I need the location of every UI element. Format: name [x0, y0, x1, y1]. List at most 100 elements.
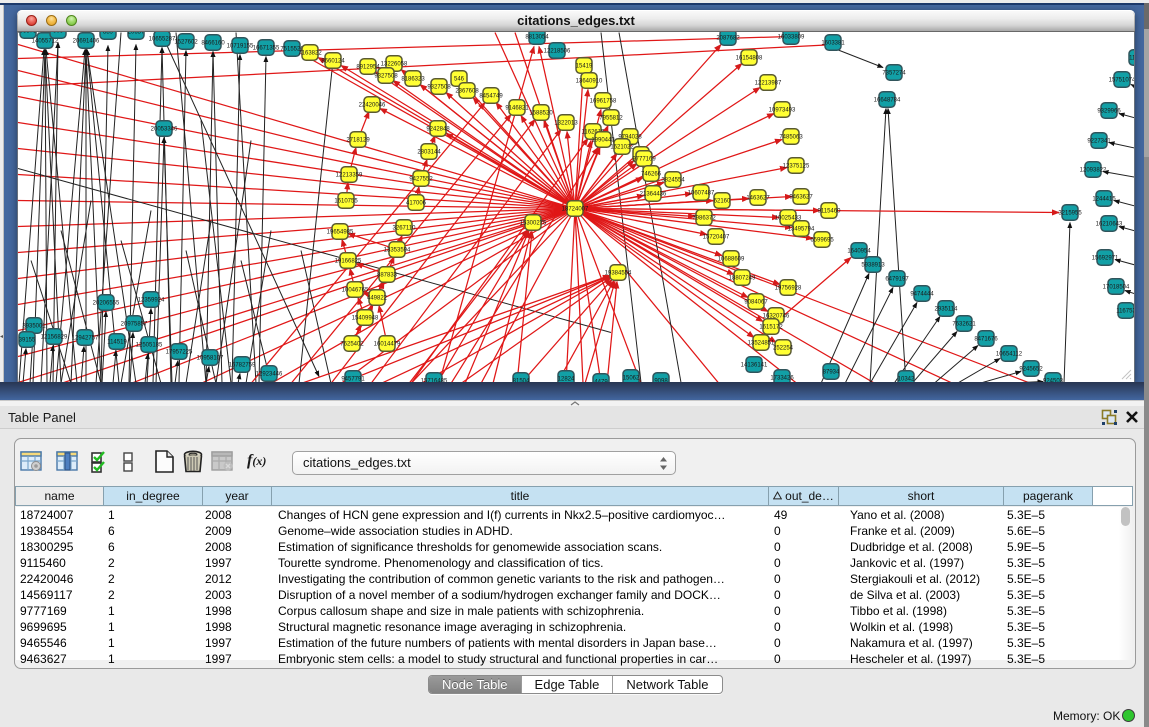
- svg-text:16671355: 16671355: [253, 45, 280, 51]
- svg-text:16154808: 16154808: [736, 55, 763, 61]
- svg-text:9427552: 9427552: [409, 176, 433, 182]
- svg-text:19756928: 19756928: [775, 285, 802, 291]
- svg-text:9329966: 9329966: [1097, 108, 1121, 114]
- svg-text:8466160: 8466160: [201, 40, 225, 46]
- svg-text:13353594: 13353594: [384, 247, 411, 253]
- svg-text:16782759: 16782759: [229, 362, 256, 368]
- svg-text:13524851: 13524851: [748, 340, 775, 346]
- svg-text:9242848: 9242848: [426, 126, 450, 132]
- svg-text:9327508: 9327508: [374, 73, 398, 79]
- svg-text:3267110: 3267110: [393, 225, 417, 231]
- svg-text:12505185: 12505185: [136, 342, 163, 348]
- svg-text:9327508: 9327508: [427, 84, 451, 90]
- svg-text:87934: 87934: [823, 369, 840, 375]
- svg-text:21364436: 21364436: [640, 191, 667, 197]
- svg-text:10973493: 10973493: [769, 107, 796, 113]
- svg-text:1615172: 1615172: [759, 324, 783, 330]
- svg-text:12218506: 12218506: [544, 48, 571, 54]
- svg-text:8660124: 8660124: [321, 58, 345, 64]
- svg-text:8912954: 8912954: [356, 64, 380, 70]
- svg-text:15692971: 15692971: [1092, 255, 1119, 261]
- svg-text:10607487: 10607487: [688, 190, 715, 196]
- svg-text:906: 906: [53, 32, 64, 34]
- svg-text:16648784: 16648784: [874, 97, 901, 103]
- svg-text:15751074: 15751074: [1109, 77, 1135, 83]
- svg-text:19654985: 19654985: [327, 229, 354, 235]
- svg-text:7986372: 7986372: [692, 215, 716, 221]
- svg-text:12359924: 12359924: [138, 297, 165, 303]
- svg-text:10046765: 10046765: [342, 287, 369, 293]
- svg-text:116753: 116753: [1116, 308, 1135, 314]
- svg-text:9084067: 9084067: [744, 299, 768, 305]
- svg-text:9115460: 9115460: [818, 208, 842, 214]
- svg-text:15419: 15419: [576, 63, 593, 69]
- svg-text:16014479: 16014479: [374, 341, 401, 347]
- svg-text:12923446: 12923446: [256, 371, 283, 377]
- svg-text:1621022: 1621022: [610, 144, 634, 150]
- svg-text:16961758: 16961758: [590, 98, 617, 104]
- svg-text:2803144: 2803144: [417, 149, 441, 155]
- svg-text:449822: 449822: [367, 295, 388, 301]
- svg-text:20637: 20637: [128, 32, 145, 35]
- svg-text:252254: 252254: [773, 345, 794, 351]
- svg-text:15409948: 15409948: [352, 315, 379, 321]
- svg-text:16033809: 16033809: [778, 34, 805, 40]
- svg-text:12213987: 12213987: [755, 80, 782, 86]
- svg-text:12942757: 12942757: [72, 335, 99, 341]
- svg-text:7632621: 7632621: [952, 321, 976, 327]
- svg-text:22420046: 22420046: [359, 102, 386, 108]
- svg-text:14136141: 14136141: [741, 362, 768, 368]
- svg-text:11123: 11123: [1129, 55, 1135, 61]
- svg-text:20053346: 20053346: [151, 126, 178, 132]
- svg-text:1588520: 1588520: [529, 110, 553, 116]
- svg-text:20206555: 20206555: [93, 300, 120, 306]
- svg-text:1610755: 1610755: [334, 198, 358, 204]
- svg-text:13226058: 13226058: [381, 61, 408, 67]
- svg-text:20975857: 20975857: [121, 321, 148, 327]
- svg-text:10688609: 10688609: [718, 256, 745, 262]
- svg-text:12375125: 12375125: [783, 163, 810, 169]
- svg-text:889: 889: [103, 32, 114, 35]
- svg-text:19384554: 19384554: [605, 270, 632, 276]
- svg-text:7485063: 7485063: [779, 134, 803, 140]
- svg-text:19166825: 19166825: [335, 258, 362, 264]
- svg-text:9777169: 9777169: [632, 156, 656, 162]
- svg-text:7955812: 7955812: [599, 115, 623, 121]
- svg-text:8454749: 8454749: [479, 93, 503, 99]
- svg-text:7625402: 7625402: [340, 341, 364, 347]
- svg-text:18807249: 18807249: [729, 275, 756, 281]
- svg-text:20691406: 20691406: [73, 38, 100, 44]
- svg-text:10958107: 10958107: [197, 355, 224, 361]
- svg-text:9245652: 9245652: [1019, 366, 1043, 372]
- svg-text:5938913: 5938913: [861, 262, 885, 268]
- svg-text:546: 546: [454, 76, 465, 82]
- svg-text:6599695: 6599695: [810, 237, 834, 243]
- svg-text:12213359: 12213359: [336, 172, 363, 178]
- svg-text:1733426: 1733426: [770, 375, 794, 381]
- svg-text:1640954: 1640954: [847, 248, 871, 254]
- svg-text:114519: 114519: [107, 339, 127, 345]
- svg-text:10654112: 10654112: [996, 351, 1023, 357]
- svg-text:14055712: 14055712: [32, 38, 59, 44]
- svg-text:9463627: 9463627: [789, 194, 813, 200]
- svg-text:15062: 15062: [623, 375, 640, 381]
- svg-text:16210643: 16210643: [1096, 221, 1123, 227]
- svg-text:746266: 746266: [641, 171, 662, 177]
- svg-text:13495794: 13495794: [788, 226, 815, 232]
- svg-text:2935114: 2935114: [935, 306, 959, 312]
- svg-text:10655287: 10655287: [149, 36, 176, 42]
- svg-text:6479197: 6479197: [885, 276, 909, 282]
- svg-text:15720407: 15720407: [703, 234, 730, 240]
- svg-text:7163822: 7163822: [298, 50, 322, 56]
- svg-text:3215955: 3215955: [1058, 210, 1082, 216]
- svg-text:12156829: 12156829: [41, 334, 68, 340]
- svg-text:8471676: 8471676: [974, 336, 998, 342]
- svg-text:3935001: 3935001: [22, 323, 46, 329]
- svg-text:2087682: 2087682: [716, 35, 740, 41]
- svg-text:1527602: 1527602: [174, 39, 198, 45]
- svg-text:1322013: 1322013: [554, 120, 578, 126]
- svg-text:1244415: 1244415: [1092, 196, 1116, 202]
- svg-text:12093822: 12093822: [1080, 167, 1107, 173]
- svg-text:887833: 887833: [377, 272, 398, 278]
- svg-text:1603381: 1603381: [821, 40, 845, 46]
